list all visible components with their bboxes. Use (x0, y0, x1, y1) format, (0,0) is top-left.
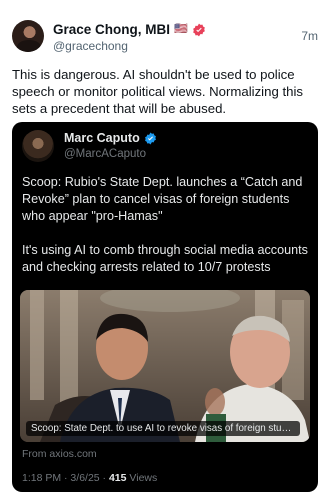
post-header: Grace Chong, MBI 🇺🇸 @gracechong 7m (12, 20, 318, 54)
quoted-author-handle[interactable]: @MarcACaputo (64, 148, 146, 160)
views-label: Views (126, 472, 158, 484)
avatar[interactable] (12, 20, 44, 52)
us-flag-icon: 🇺🇸 (174, 23, 188, 35)
link-card-caption: Scoop: State Dept. to use AI to revoke v… (26, 421, 300, 436)
author-name-row: Grace Chong, MBI 🇺🇸 (53, 21, 206, 38)
quoted-timestamp[interactable]: 1:18 PM · 3/6/25 · (22, 472, 109, 484)
views-count: 415 (108, 472, 127, 484)
quoted-author-name[interactable]: Marc Caputo (64, 131, 140, 145)
link-source[interactable]: From axios.com (22, 448, 97, 460)
verified-badge-icon (144, 132, 157, 145)
quoted-name-row: Marc Caputo (64, 131, 157, 145)
post: Grace Chong, MBI 🇺🇸 @gracechong 7m This … (0, 0, 330, 500)
quoted-post[interactable]: Marc Caputo @MarcACaputo Scoop: Rubio's … (12, 122, 318, 492)
quoted-post-text: Scoop: Rubio's State Dept. launches a “C… (22, 175, 308, 274)
author-name[interactable]: Grace Chong, MBI (53, 22, 170, 37)
quoted-post-meta: 1:18 PM · 3/6/25 · 415 Views (22, 472, 157, 484)
quoted-post-header: Marc Caputo @MarcACaputo (22, 130, 308, 164)
quoted-avatar[interactable] (22, 130, 54, 162)
post-text: This is dangerous. AI shouldn't be used … (12, 67, 303, 116)
red-badge-icon (192, 23, 206, 37)
link-card-image (20, 290, 310, 442)
post-time[interactable]: 7m (301, 29, 318, 43)
link-card[interactable]: Scoop: State Dept. to use AI to revoke v… (20, 290, 310, 442)
author-handle[interactable]: @gracechong (53, 39, 128, 53)
